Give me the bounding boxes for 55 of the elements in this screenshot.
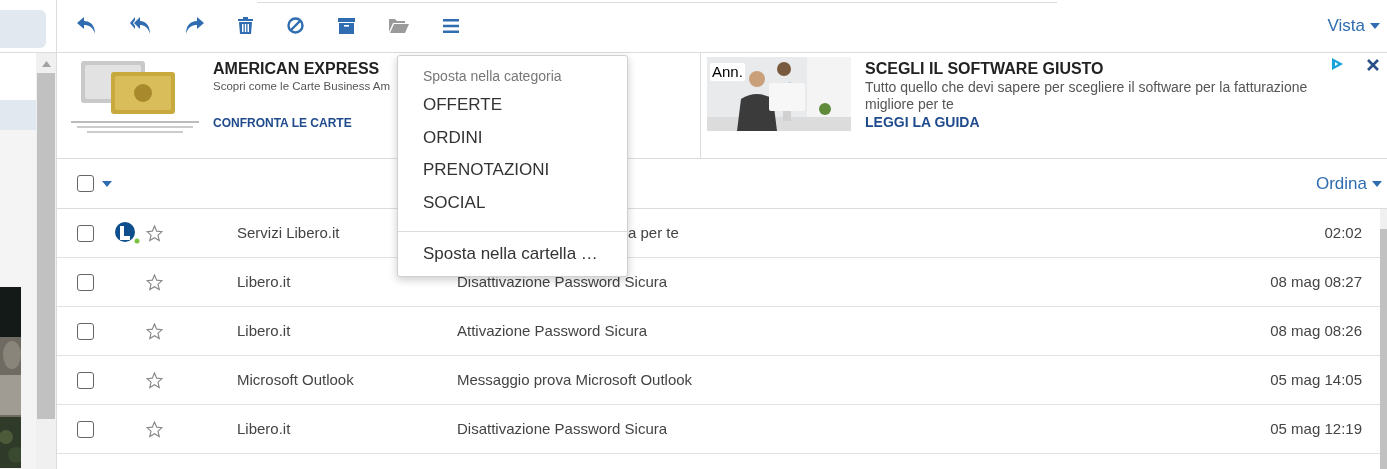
- view-menu[interactable]: Vista: [1327, 13, 1380, 39]
- checkbox[interactable]: [77, 322, 94, 340]
- ad-title: AMERICAN EXPRESS: [213, 58, 380, 79]
- play-icon[interactable]: [1330, 56, 1344, 71]
- close-icon[interactable]: [1367, 58, 1379, 71]
- caret-icon: [1372, 180, 1382, 187]
- subject: Disattivazione Password Sicura: [457, 271, 669, 292]
- ad-text: Scopri come le Carte Business Am: [213, 78, 391, 94]
- trash-icon[interactable]: [238, 17, 253, 35]
- ad-link[interactable]: LEGGI LA GUIDA: [865, 112, 980, 131]
- subject: Disattivazione Password Sicura: [457, 418, 669, 439]
- sort-menu[interactable]: Ordina: [1315, 171, 1382, 197]
- caret-icon: [1370, 22, 1380, 29]
- time: 02:02: [1324, 222, 1362, 243]
- subject: a per te: [627, 222, 680, 243]
- caret-icon[interactable]: [102, 180, 112, 187]
- star-icon[interactable]: [146, 322, 163, 340]
- subject: Attivazione Password Sicura: [457, 320, 649, 341]
- ad-link[interactable]: CONFRONTA LE CARTE: [213, 113, 352, 132]
- ad-text: Tutto quello che devi sapere per scegliere il software per la fatturazione migliore per te: [865, 78, 1309, 113]
- time: 08 mag 08:27: [1270, 271, 1362, 292]
- sender: Microsoft Outlook: [237, 369, 355, 390]
- checkbox[interactable]: [77, 371, 94, 389]
- menu-item[interactable]: OFFERTE: [398, 89, 627, 122]
- menu-item[interactable]: PRENOTAZIONI: [398, 154, 627, 187]
- forward-icon[interactable]: [185, 17, 204, 35]
- sender: Libero.it: [237, 418, 292, 439]
- sender: Libero.it: [237, 271, 292, 292]
- subject: Messaggio prova Microsoft Outlook: [457, 369, 694, 390]
- scrollbar-thumb[interactable]: [37, 73, 55, 419]
- time: 05 mag 12:19: [1270, 418, 1362, 439]
- folder-icon[interactable]: [389, 18, 409, 34]
- archive-icon[interactable]: [338, 17, 355, 34]
- sender: Servizi Libero.it: [237, 222, 341, 243]
- checkbox[interactable]: [77, 420, 94, 438]
- star-icon[interactable]: [146, 273, 163, 291]
- menu-item[interactable]: SOCIAL: [398, 186, 627, 219]
- select-all-checkbox[interactable]: [77, 175, 94, 193]
- star-icon[interactable]: [146, 371, 163, 389]
- menu-item[interactable]: ORDINI: [398, 121, 627, 154]
- menu-item[interactable]: Sposta nella cartella …: [398, 238, 627, 270]
- block-icon[interactable]: [287, 17, 304, 35]
- menu-icon[interactable]: [443, 18, 459, 33]
- ad-title: SCEGLI IL SOFTWARE GIUSTO: [865, 58, 1104, 79]
- star-icon[interactable]: [146, 420, 163, 438]
- time: 05 mag 14:05: [1270, 369, 1362, 390]
- checkbox[interactable]: [77, 224, 94, 242]
- menu-header: Sposta nella categoria: [422, 67, 563, 85]
- star-icon[interactable]: [146, 224, 163, 242]
- checkbox[interactable]: [77, 273, 94, 291]
- sender: Libero.it: [237, 320, 292, 341]
- scrollbar-thumb[interactable]: [1380, 229, 1387, 469]
- reply-all-icon[interactable]: [130, 17, 151, 35]
- reply-icon[interactable]: [77, 17, 96, 35]
- time: 08 mag 08:26: [1270, 320, 1362, 341]
